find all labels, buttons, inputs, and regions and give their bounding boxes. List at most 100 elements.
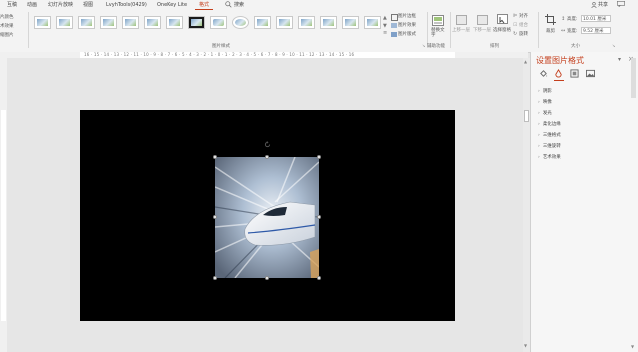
pane-section-label: 阴影 xyxy=(542,89,552,94)
dialog-launcher-icon[interactable]: ↘ xyxy=(422,43,425,48)
picture-style-4[interactable] xyxy=(100,16,117,29)
active-tab-indicator xyxy=(554,80,564,81)
resize-handle-bottom-left[interactable] xyxy=(213,276,217,280)
picture-style-2[interactable] xyxy=(56,16,73,29)
picture-border-icon xyxy=(391,14,398,21)
scroll-down-icon[interactable]: ▼ xyxy=(524,343,527,348)
gallery-scroll-up-icon[interactable]: ▲ xyxy=(383,15,387,21)
picture-style-15[interactable] xyxy=(342,16,359,29)
scroll-up-icon[interactable]: ▲ xyxy=(524,59,527,64)
group-icon: ⊡ xyxy=(513,22,518,28)
effects-icon[interactable] xyxy=(554,69,563,80)
group-button[interactable]: 组合 xyxy=(519,22,528,28)
tab-lvyhtools[interactable]: LvyhTools(0429) xyxy=(106,1,147,9)
pane-scroll-down-icon[interactable]: ▼ xyxy=(631,344,634,349)
expand-chevron-icon: › xyxy=(538,122,540,127)
width-label: 宽度: xyxy=(567,29,578,34)
picture-layout-button[interactable]: 图片版式 xyxy=(398,31,416,37)
picture-style-7[interactable] xyxy=(166,16,183,29)
height-input[interactable]: 10.01 厘米 xyxy=(581,15,611,22)
tell-me-search-icon[interactable] xyxy=(225,1,232,9)
size-group-label: 大小 xyxy=(571,44,580,49)
send-backward-button[interactable]: 下移一层 xyxy=(473,27,491,33)
picture-style-13[interactable] xyxy=(298,16,315,29)
pane-section-artistic-effects[interactable]: › 艺术效果 xyxy=(538,154,561,160)
rotate-handle-icon[interactable] xyxy=(264,141,271,150)
picture-style-11[interactable] xyxy=(254,16,271,29)
ribbon-tab-row xyxy=(0,0,638,10)
resize-handle-left[interactable] xyxy=(213,215,217,219)
pane-scrollbar[interactable] xyxy=(631,58,636,98)
picture-style-12[interactable] xyxy=(276,16,293,29)
size-dialog-launcher-icon[interactable]: ↘ xyxy=(612,43,615,48)
tab-slideshow[interactable]: 幻灯片放映 xyxy=(48,1,73,9)
comments-icon[interactable] xyxy=(617,0,625,9)
expand-chevron-icon: › xyxy=(538,155,540,160)
picture-style-16[interactable] xyxy=(364,16,381,29)
color-button[interactable]: 片颜色 xyxy=(0,14,14,20)
selection-pane-button[interactable]: 选择窗格 xyxy=(493,27,511,33)
ribbon-divider xyxy=(450,12,451,48)
pane-section-3d-rotation[interactable]: › 三维旋转 xyxy=(538,143,561,149)
ribbon-divider xyxy=(28,12,29,48)
tab-view[interactable]: 视图 xyxy=(83,1,93,9)
resize-handle-bottom-right[interactable] xyxy=(317,276,321,280)
resize-handle-right[interactable] xyxy=(317,215,321,219)
crop-button[interactable]: 裁剪 xyxy=(546,28,555,34)
picture-icon[interactable] xyxy=(586,69,595,80)
alt-text-button[interactable]: 替换文字 xyxy=(431,28,445,38)
tab-transitions[interactable]: 互稿 xyxy=(7,1,17,9)
tab-animations[interactable]: 动画 xyxy=(27,1,37,9)
expand-chevron-icon: › xyxy=(538,111,540,116)
pane-section-label: 柔化边缘 xyxy=(542,122,561,127)
alt-text-icon xyxy=(432,15,444,28)
compress-pictures-button[interactable]: 缩图片 xyxy=(0,32,14,38)
picture-style-8[interactable] xyxy=(188,16,205,29)
gallery-scroll-down-icon[interactable]: ▼ xyxy=(383,23,387,29)
pane-section-shadow[interactable]: › 阴影 xyxy=(538,88,552,94)
picture-style-6[interactable] xyxy=(144,16,161,29)
tab-onekey-lite[interactable]: OneKey Lite xyxy=(157,1,187,9)
picture-border-button[interactable]: 图片边框 xyxy=(398,13,416,19)
size-properties-icon[interactable] xyxy=(570,69,579,80)
vertical-scrollbar[interactable] xyxy=(523,58,530,352)
gallery-more-icon[interactable]: ≡ xyxy=(383,30,387,36)
tab-format[interactable]: 格式 xyxy=(195,1,214,10)
picture-style-14[interactable] xyxy=(320,16,337,29)
resize-handle-bottom[interactable] xyxy=(265,276,269,280)
picture-style-10[interactable] xyxy=(232,16,249,29)
scrollbar-thumb[interactable] xyxy=(524,110,529,122)
expand-chevron-icon: › xyxy=(538,133,540,138)
picture-style-3[interactable] xyxy=(78,16,95,29)
pane-section-label: 三维格式 xyxy=(542,133,561,138)
picture-style-9[interactable] xyxy=(210,16,227,29)
selected-picture-train[interactable] xyxy=(215,157,319,278)
pane-options-icon[interactable]: ▾ xyxy=(618,56,621,63)
resize-handle-top-right[interactable] xyxy=(317,155,321,159)
bring-forward-button[interactable]: 上移一层 xyxy=(452,27,470,33)
share-button[interactable]: 共享 xyxy=(598,1,608,9)
resize-handle-top[interactable] xyxy=(265,155,269,159)
accessibility-group-label: 辅助功能 xyxy=(427,44,445,49)
pane-section-reflection[interactable]: › 映像 xyxy=(538,99,552,105)
tell-me-search[interactable]: 搜索 xyxy=(234,1,244,9)
rotate-button[interactable]: 旋转 xyxy=(519,31,528,37)
picture-style-5[interactable] xyxy=(122,16,139,29)
pane-section-3d-format[interactable]: › 三维格式 xyxy=(538,132,561,138)
artistic-effects-button[interactable]: 术效果 xyxy=(0,23,14,29)
send-backward-icon xyxy=(477,15,488,25)
ribbon-divider xyxy=(538,12,539,48)
picture-effects-icon xyxy=(391,23,397,28)
pane-section-soft-edges[interactable]: › 柔化边缘 xyxy=(538,121,561,127)
pane-section-glow[interactable]: › 发光 xyxy=(538,110,552,116)
pane-section-label: 艺术效果 xyxy=(542,155,561,160)
share-icon[interactable] xyxy=(591,1,597,9)
vertical-ruler-strip xyxy=(1,110,6,321)
picture-effects-button[interactable]: 图片效果 xyxy=(398,22,416,28)
fill-line-icon[interactable] xyxy=(539,69,548,80)
resize-handle-top-left[interactable] xyxy=(213,155,217,159)
align-icon: ⊫ xyxy=(513,13,518,19)
align-button[interactable]: 对齐 xyxy=(519,13,528,19)
picture-style-1[interactable] xyxy=(34,16,51,29)
width-input[interactable]: 9.52 厘米 xyxy=(581,27,611,34)
